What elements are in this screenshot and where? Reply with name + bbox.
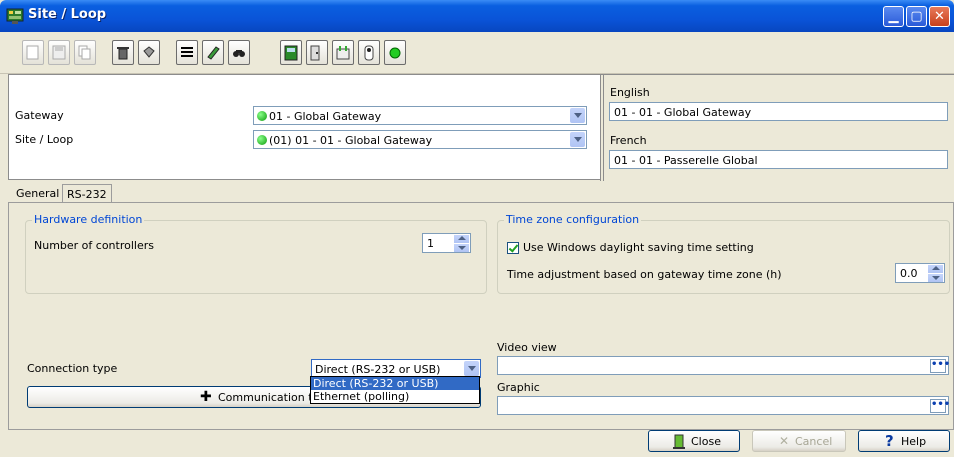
- exit-door-icon: [673, 434, 685, 449]
- cancel-button[interactable]: ✕ Cancel: [752, 430, 846, 452]
- english-label: English: [610, 86, 650, 99]
- stepper-down-icon[interactable]: [928, 274, 943, 282]
- window-title: Site / Loop: [28, 7, 107, 22]
- general-tab-panel: Hardware definition Number of controller…: [8, 202, 954, 430]
- connection-type-label: Connection type: [27, 362, 118, 375]
- find-icon: [233, 50, 245, 57]
- copy-icon: [78, 45, 91, 60]
- close-window-button[interactable]: ✕: [929, 6, 950, 27]
- french-label: French: [610, 134, 647, 147]
- language-panel: English 01 - 01 - Global Gateway French …: [604, 75, 954, 180]
- gateway-select[interactable]: 01 - Global Gateway: [253, 106, 587, 125]
- plus-icon: ✚: [200, 389, 212, 405]
- cancel-icon: ✕: [779, 434, 790, 448]
- french-name-input[interactable]: 01 - 01 - Passerelle Global: [609, 150, 948, 169]
- site-status-icon: [257, 135, 267, 145]
- time-adjust-label: Time adjustment based on gateway time zo…: [507, 268, 782, 281]
- browse-video-button[interactable]: •••: [930, 359, 950, 373]
- tab-general-label: General: [16, 187, 60, 200]
- site-loop-icon: [6, 8, 24, 24]
- save-icon: [52, 45, 66, 60]
- io-icon: [336, 46, 350, 60]
- door-icon: [310, 45, 320, 61]
- status-icon: [389, 47, 401, 59]
- new-icon: [26, 45, 39, 60]
- site-select[interactable]: (01) 01 - 01 - Global Gateway: [253, 130, 587, 149]
- connection-type-options: Direct (RS-232 or USB) Ethernet (polling…: [310, 376, 480, 404]
- option-direct[interactable]: Direct (RS-232 or USB): [311, 377, 479, 390]
- controller-button[interactable]: [280, 40, 302, 65]
- maximize-button[interactable]: ▢: [906, 6, 927, 27]
- video-view-label: Video view: [497, 341, 557, 354]
- timezone-group-title: Time zone configuration: [504, 213, 642, 226]
- maximize-icon: ▢: [910, 9, 923, 24]
- new-button[interactable]: [22, 40, 44, 65]
- stepper-up-icon[interactable]: [928, 265, 943, 273]
- door-button[interactable]: [306, 40, 328, 65]
- graphic-label: Graphic: [497, 381, 540, 394]
- controllers-stepper[interactable]: 1: [422, 233, 471, 253]
- toolbar: [0, 32, 954, 74]
- delete-button[interactable]: [112, 40, 134, 65]
- edit-icon: [207, 46, 220, 60]
- video-view-field[interactable]: •••: [497, 356, 950, 375]
- site-label: Site / Loop: [15, 133, 74, 146]
- relay-icon: [364, 45, 374, 61]
- browse-graphic-button[interactable]: •••: [930, 399, 950, 413]
- english-name-input[interactable]: 01 - 01 - Global Gateway: [609, 102, 948, 121]
- gateway-status-icon: [257, 111, 267, 121]
- print-icon: [143, 46, 155, 58]
- help-label: Help: [901, 435, 927, 448]
- timezone-group: Time zone configuration Use Windows dayl…: [497, 213, 950, 294]
- time-adjust-value: 0.0: [900, 267, 918, 280]
- relay-button[interactable]: [358, 40, 380, 65]
- close-label: Close: [691, 435, 721, 448]
- daylight-checkbox[interactable]: [507, 242, 519, 254]
- stepper-up-icon[interactable]: [454, 235, 469, 243]
- daylight-label: Use Windows daylight saving time setting: [523, 241, 754, 254]
- connection-type-value: Direct (RS-232 or USB): [315, 363, 441, 376]
- io-button[interactable]: [332, 40, 354, 65]
- title-bar[interactable]: Site / Loop ▁ ▢ ✕: [0, 0, 954, 32]
- delete-icon: [117, 47, 129, 60]
- close-icon: ✕: [934, 9, 945, 24]
- site-select-value: (01) 01 - 01 - Global Gateway: [269, 134, 433, 147]
- chevron-down-icon[interactable]: [570, 108, 585, 123]
- help-button[interactable]: ? Help: [858, 430, 950, 452]
- list-button[interactable]: [176, 40, 198, 65]
- gateway-label: Gateway: [15, 109, 64, 122]
- graphic-field[interactable]: •••: [497, 396, 950, 415]
- tab-rs232[interactable]: RS-232: [62, 184, 112, 203]
- status-button[interactable]: [384, 40, 406, 65]
- minimize-button[interactable]: ▁: [883, 6, 904, 27]
- gateway-select-value: 01 - Global Gateway: [269, 110, 382, 123]
- stepper-down-icon[interactable]: [454, 244, 469, 252]
- list-icon: [181, 47, 193, 57]
- option-ethernet[interactable]: Ethernet (polling): [311, 390, 479, 403]
- tab-general[interactable]: General: [12, 184, 64, 203]
- edit-button[interactable]: [202, 40, 224, 65]
- controllers-label: Number of controllers: [34, 239, 154, 252]
- controllers-value: 1: [427, 237, 434, 250]
- time-adjust-stepper[interactable]: 0.0: [895, 263, 945, 283]
- close-button[interactable]: Close: [648, 430, 740, 452]
- cancel-label: Cancel: [795, 435, 833, 448]
- chevron-down-icon[interactable]: [570, 132, 585, 147]
- minimize-icon: ▁: [888, 9, 899, 24]
- hardware-group-title: Hardware definition: [32, 213, 145, 226]
- site-loop-window: Site / Loop ▁ ▢ ✕ Gateway 01 - Global Ga…: [0, 0, 954, 457]
- hardware-group: Hardware definition Number of controller…: [25, 213, 487, 294]
- controller-icon: [284, 45, 298, 61]
- find-button[interactable]: [228, 40, 250, 65]
- chevron-down-icon[interactable]: [464, 361, 479, 376]
- tab-rs232-label: RS-232: [67, 188, 107, 201]
- copy-button[interactable]: [74, 40, 96, 65]
- save-button[interactable]: [48, 40, 70, 65]
- print-button[interactable]: [138, 40, 160, 65]
- help-icon: ?: [885, 432, 894, 450]
